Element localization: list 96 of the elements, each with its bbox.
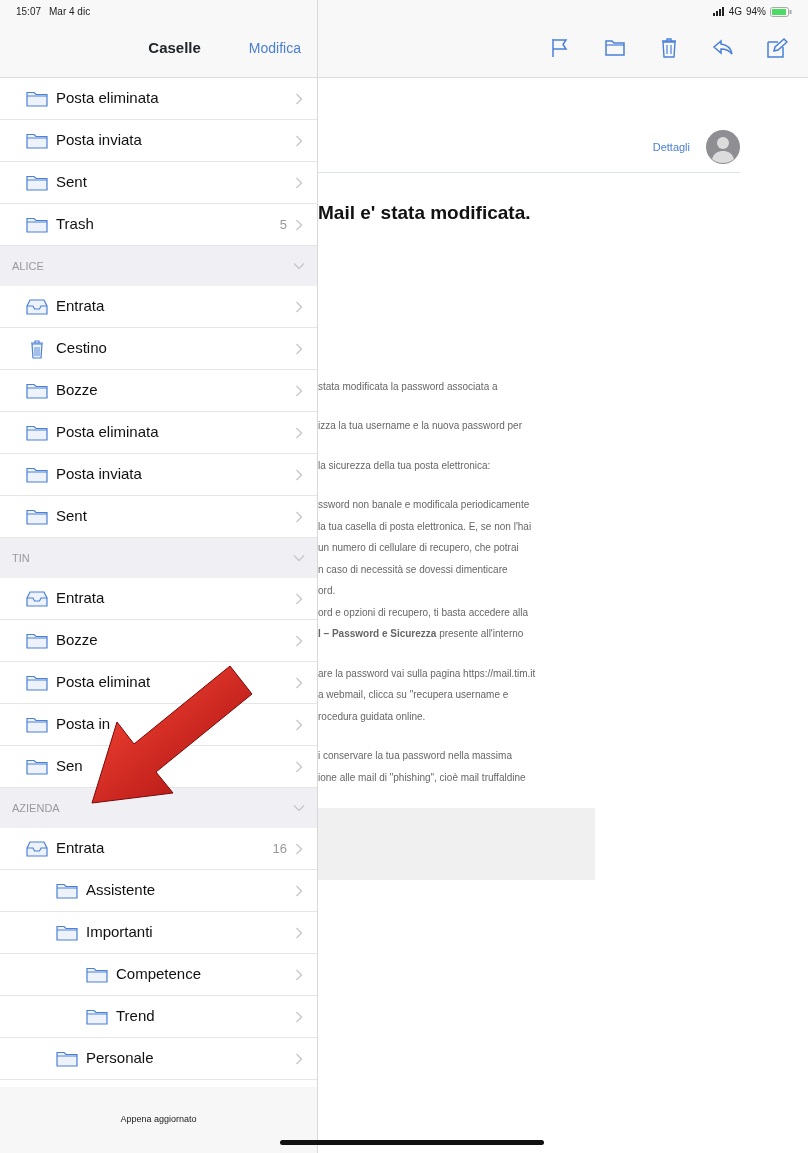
mailbox-label: Personale	[86, 1048, 155, 1069]
mailbox-label: Assistente	[86, 880, 157, 901]
folder-icon	[56, 924, 78, 941]
details-link[interactable]: Dettagli	[652, 138, 690, 156]
mailbox-label: Sen	[56, 756, 84, 777]
mailbox-label: Posta eliminata	[56, 88, 160, 109]
inbox-icon	[26, 590, 48, 607]
account-header: TIN	[12, 550, 31, 566]
footer-status: Appena aggiornato	[120, 1113, 197, 1127]
mailbox-label: Posta eliminata	[56, 422, 160, 443]
body-text: la sicurezza della tua posta elettronica:	[318, 458, 492, 473]
body-text: a webmail, clicca su "recupera username e	[318, 688, 510, 702]
chevron-icon	[295, 300, 303, 313]
avatar-icon	[706, 130, 740, 164]
chevron-icon	[295, 384, 303, 397]
folder-icon	[56, 1050, 78, 1067]
mailbox-label: Posta eliminat	[56, 672, 152, 693]
mailbox-label: Importanti	[86, 922, 154, 943]
folder-icon[interactable]	[604, 37, 626, 59]
mailbox-label: Posta inviata	[56, 130, 143, 151]
mailbox-label: Cestino	[56, 338, 108, 359]
chevron-icon	[295, 760, 303, 773]
folder-icon	[26, 508, 48, 525]
body-text: un numero di cellulare di recupero, che potrai	[318, 541, 520, 555]
mailbox-label: Sent	[56, 172, 88, 193]
chevron-icon	[295, 510, 303, 523]
folder-icon	[26, 716, 48, 733]
edit-link[interactable]: Modifica	[248, 37, 301, 59]
body-text: l – Password e Sicurezza presente all'interno	[318, 627, 525, 641]
chevron-icon	[295, 342, 303, 355]
chevron-icon	[295, 676, 303, 689]
status-date: Mar 4 dic	[49, 5, 91, 19]
mailbox-label: Posta inviata	[56, 464, 143, 485]
chevron-icon	[295, 884, 303, 897]
chevron-icon	[295, 592, 303, 605]
inbox-icon	[26, 298, 48, 315]
chevron-icon	[295, 426, 303, 439]
chevron-icon	[295, 842, 303, 855]
mailbox-label: Bozze	[56, 630, 99, 651]
folder-icon	[26, 632, 48, 649]
folder-icon	[86, 1008, 108, 1025]
battery-icon	[770, 6, 792, 17]
folder-icon	[26, 382, 48, 399]
chevron-icon	[295, 718, 303, 731]
status-time: 15:07	[16, 5, 42, 19]
chevron-icon	[295, 634, 303, 647]
body-text: ssword non banale e modificala periodicamente	[318, 498, 531, 512]
body-text: are la password vai sulla pagina https://mail.tim.it	[318, 666, 537, 681]
body-text: rocedura guidata online.	[318, 709, 427, 724]
mailbox-label: Bozze	[56, 380, 99, 401]
chevron-icon	[295, 1052, 303, 1065]
mailbox-label: Posta in	[56, 714, 112, 735]
folder-icon	[26, 90, 48, 107]
body-text: n caso di necessità se dovessi dimenticare	[318, 562, 509, 577]
mailbox-label: Trend	[116, 1006, 156, 1027]
folder-icon	[26, 674, 48, 691]
unread-count: 5	[279, 215, 287, 234]
folder-icon	[86, 966, 108, 983]
network-type: 4G	[728, 5, 742, 19]
sidebar-title: Caselle	[148, 37, 201, 58]
compose-icon[interactable]	[766, 37, 788, 59]
account-header: ALICE	[12, 258, 45, 274]
body-text: ord.	[318, 584, 337, 598]
folder-icon	[26, 758, 48, 775]
battery-level: 94%	[746, 5, 766, 19]
mailbox-label: Entrata	[56, 296, 106, 317]
chevron-icon	[295, 968, 303, 981]
folder-icon	[56, 882, 78, 899]
mailbox-label: Trash	[56, 214, 95, 235]
unread-count: 16	[272, 839, 287, 858]
body-text: i conservare la tua password nella massima	[318, 749, 513, 763]
chevron-icon	[295, 92, 303, 105]
chevron-icon	[295, 468, 303, 481]
body-text: izza la tua username e la nuova password per	[318, 419, 523, 433]
signal-icon	[712, 7, 725, 16]
message-subject: Mail e' stata modificata.	[318, 201, 532, 225]
chevron-icon	[295, 1010, 303, 1023]
body-text: ord e opzioni di recupero, ti basta accedere alla	[318, 605, 530, 620]
folder-icon	[26, 216, 48, 233]
mailbox-label: Entrata	[56, 838, 106, 859]
mailbox-label: Entrata	[56, 588, 106, 609]
folder-icon	[26, 466, 48, 483]
chevron-icon	[295, 218, 303, 231]
body-text: ione alle mail di "phishing", cioè mail truffaldine	[318, 770, 527, 785]
inbox-icon	[26, 840, 48, 857]
mailbox-label: Sent	[56, 506, 88, 527]
folder-icon	[26, 174, 48, 191]
mailbox-label: Competence	[116, 964, 203, 985]
folder-icon	[26, 132, 48, 149]
chevron-icon	[295, 926, 303, 939]
folder-icon	[26, 424, 48, 441]
body-text: stata modificata la password associata a	[318, 379, 499, 394]
body-text: la tua casella di posta elettronica. E, se non l'hai	[318, 519, 533, 534]
chevron-icon	[295, 134, 303, 147]
chevron-icon	[295, 176, 303, 189]
account-header: AZIENDA	[12, 800, 61, 816]
